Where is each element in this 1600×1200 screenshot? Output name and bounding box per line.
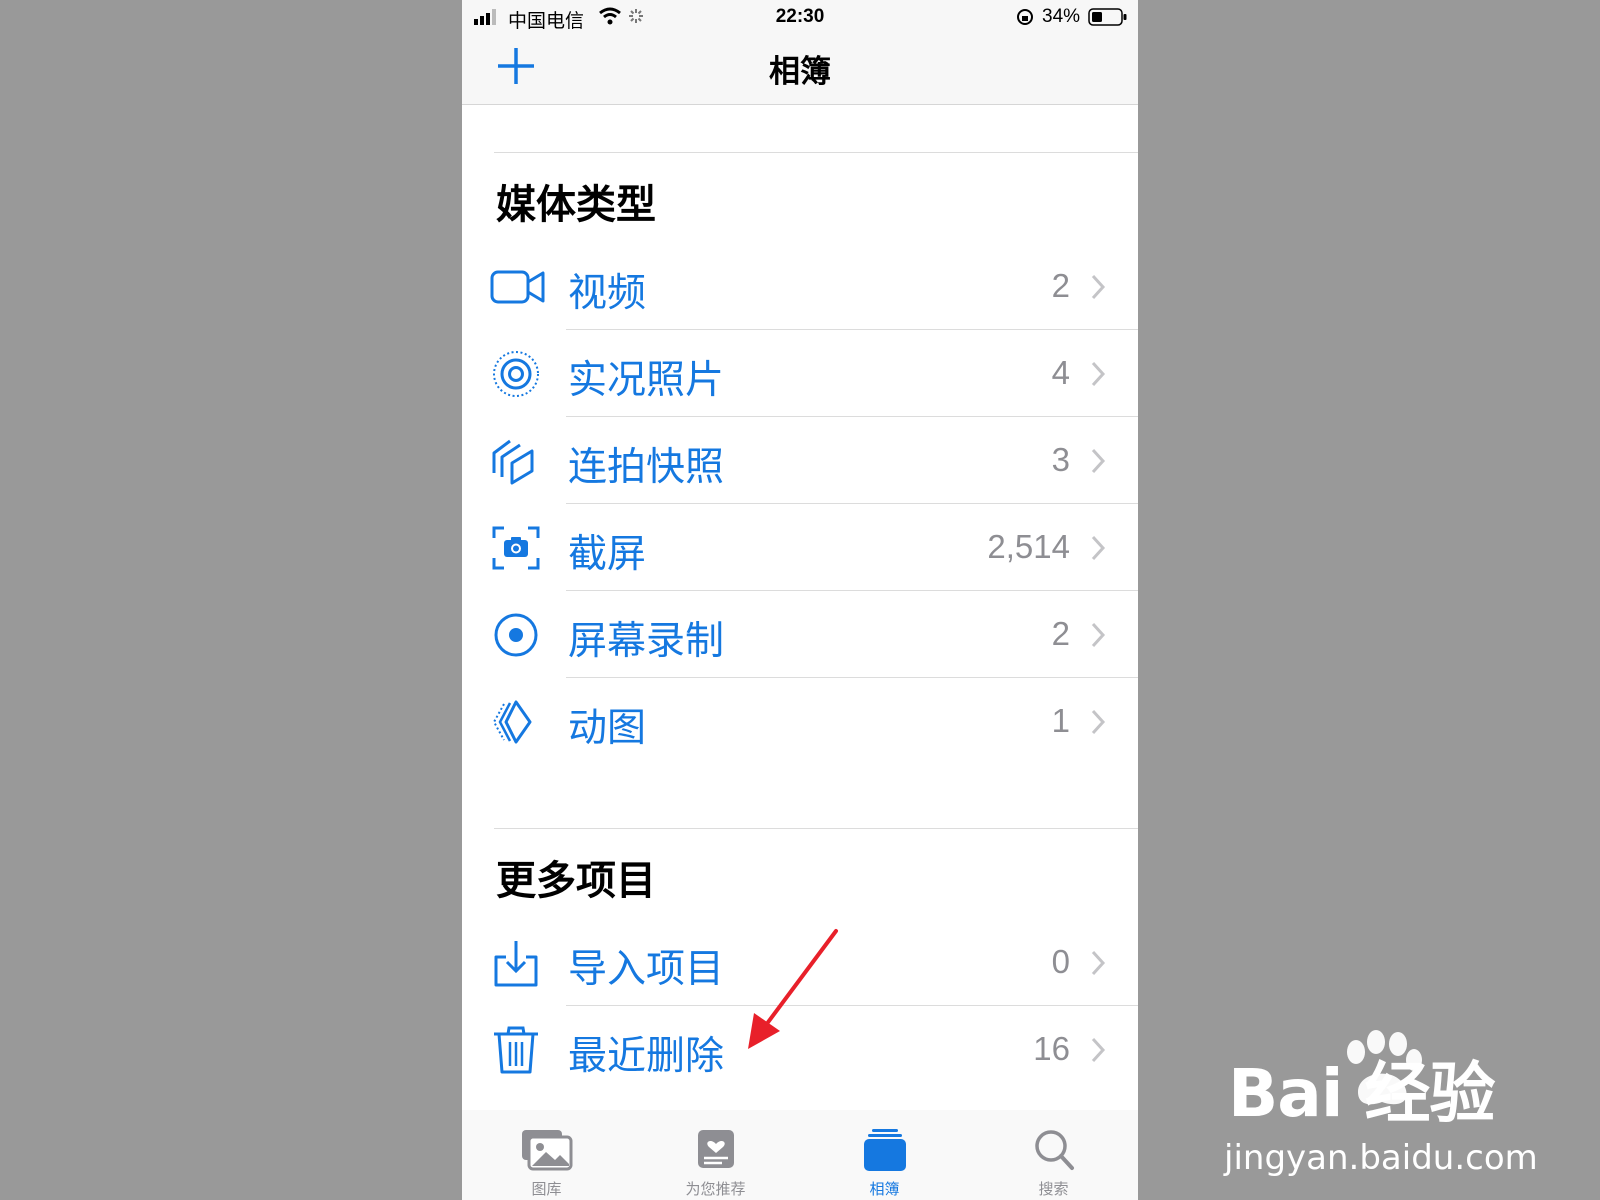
navigation-bar: 相簿 [462,34,1138,105]
watermark-logo: Bai 经验 [1228,1055,1495,1132]
chevron-right-icon [1091,535,1106,561]
live-photo-icon [493,351,539,397]
photos-icon [522,1130,573,1171]
list-item-label: 视频 [568,271,647,316]
watermark-url: jingyan.baidu.com [1224,1138,1538,1178]
clock: 22:30 [775,6,825,27]
tab-label: 图库 [531,1180,562,1198]
list-item-label: 动图 [568,706,647,751]
section-title-more-items: 更多项目 [496,858,656,904]
tab-search[interactable]: 搜索 [969,1110,1138,1200]
list-item-label: 屏幕录制 [568,619,725,664]
burst-icon [492,439,534,485]
tab-label: 为您推荐 [685,1180,746,1198]
battery-percent: 34% [1042,6,1081,27]
chevron-right-icon [1091,448,1106,474]
chevron-right-icon [1091,709,1106,735]
tab-albums[interactable]: 相簿 [800,1110,969,1200]
list-item-video[interactable]: 视频 2 [462,243,1138,330]
search-icon [1035,1130,1074,1170]
status-bar: 中国电信 22:30 34% [462,0,1138,34]
list-item-count: 1 [1051,702,1070,739]
list-item-label: 截屏 [568,532,647,577]
section-title-media-types: 媒体类型 [496,182,656,228]
list-item-label: 实况照片 [568,358,725,403]
list-item-count: 2 [1051,615,1070,652]
list-item-count: 0 [1051,943,1070,980]
list-item-label: 最近删除 [568,1034,725,1079]
list-item-burst[interactable]: 连拍快照 3 [462,417,1138,504]
animated-icon [492,700,532,744]
section-divider [494,828,1138,829]
chevron-right-icon [1091,622,1106,648]
tab-for-you[interactable]: 为您推荐 [631,1110,800,1200]
list-item-animated[interactable]: 动图 1 [462,678,1138,765]
albums-icon [864,1129,906,1171]
page-title: 相簿 [769,54,831,90]
trash-icon [494,1026,538,1074]
tab-library[interactable]: 图库 [462,1110,631,1200]
list-item-live-photos[interactable]: 实况照片 4 [462,330,1138,417]
import-icon [494,941,538,987]
list-item-count: 4 [1051,354,1070,391]
list-item-label: 连拍快照 [568,445,725,490]
chevron-right-icon [1091,1037,1106,1063]
list-item-count: 2 [1051,267,1070,304]
chevron-right-icon [1091,274,1106,300]
list-item-count: 16 [1033,1030,1070,1067]
video-camera-icon [490,270,545,304]
list-item-count: 3 [1051,441,1070,478]
chevron-right-icon [1091,950,1106,976]
tab-label: 搜索 [1038,1180,1069,1198]
for-you-icon [698,1130,734,1168]
screen-record-icon [494,613,538,657]
list-item-label: 导入项目 [568,947,725,992]
orientation-lock-icon [1017,9,1033,25]
tab-bar: 图库 为您推荐 相簿 搜索 [462,1110,1138,1200]
section-divider [494,152,1138,153]
screenshot-icon [492,526,540,570]
baidu-watermark: Bai 经验 jingyan.baidu.com [1224,1030,1538,1180]
list-item-count: 2,514 [987,528,1070,565]
list-item-screen-recordings[interactable]: 屏幕录制 2 [462,591,1138,678]
chevron-right-icon [1091,361,1106,387]
tab-label: 相簿 [869,1180,900,1198]
battery-icon [1088,8,1127,26]
annotation-arrow [748,929,838,1049]
list-item-screenshots[interactable]: 截屏 2,514 [462,504,1138,591]
